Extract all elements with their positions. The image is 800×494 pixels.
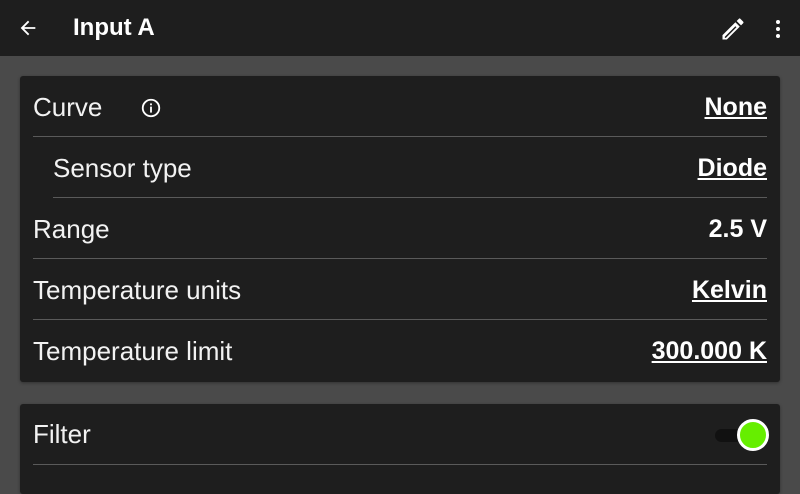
- temperature-units-row[interactable]: Temperature units Kelvin: [20, 260, 780, 321]
- temperature-units-label: Temperature units: [33, 275, 242, 305]
- divider: [53, 197, 767, 198]
- filter-card: Filter: [20, 404, 780, 494]
- divider: [33, 319, 767, 320]
- more-options-button[interactable]: [766, 14, 790, 44]
- temperature-limit-value[interactable]: 300.000 K: [652, 321, 767, 382]
- filter-label: Filter: [33, 419, 91, 449]
- sensor-type-label: Sensor type: [53, 153, 192, 183]
- divider: [33, 258, 767, 259]
- pencil-icon: [722, 18, 744, 40]
- back-button[interactable]: [14, 14, 42, 42]
- curve-label: Curve: [33, 92, 103, 122]
- temperature-limit-row[interactable]: Temperature limit 300.000 K: [20, 321, 780, 382]
- info-button[interactable]: [139, 96, 163, 120]
- filter-row[interactable]: Filter: [20, 404, 780, 465]
- app-bar: Input A: [0, 0, 800, 56]
- toggle-thumb: [737, 419, 769, 451]
- curve-row[interactable]: Curve None: [20, 77, 780, 138]
- range-row: Range 2.5 V: [20, 199, 780, 260]
- sensor-type-row[interactable]: Sensor type Diode: [20, 138, 780, 199]
- page-title: Input A: [73, 14, 155, 41]
- curve-value[interactable]: None: [705, 77, 768, 138]
- temperature-limit-label: Temperature limit: [33, 336, 233, 366]
- range-label: Range: [33, 214, 110, 244]
- divider: [33, 136, 767, 137]
- sensor-type-value[interactable]: Diode: [698, 138, 767, 199]
- range-value: 2.5 V: [708, 215, 767, 243]
- edit-button[interactable]: [718, 14, 748, 44]
- info-icon: [141, 98, 161, 118]
- arrow-left-icon: [20, 20, 36, 36]
- temperature-units-value[interactable]: Kelvin: [692, 260, 767, 321]
- divider: [33, 464, 767, 465]
- input-settings-card: Curve None Sensor type Diode Range 2.5 V…: [20, 76, 780, 382]
- more-vert-icon: [776, 20, 780, 38]
- filter-toggle[interactable]: [715, 417, 769, 451]
